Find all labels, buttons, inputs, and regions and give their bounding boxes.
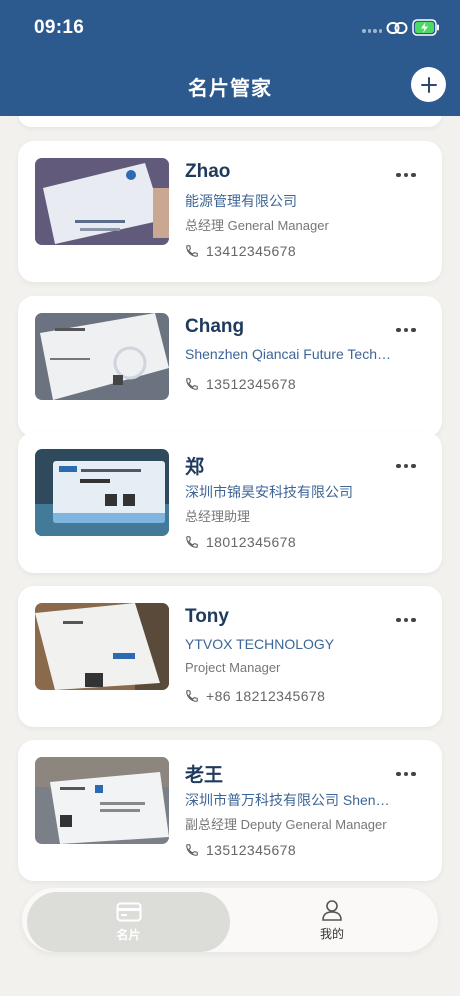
battery-charging-icon: [412, 19, 439, 36]
more-options-icon[interactable]: [396, 324, 416, 336]
contact-phone[interactable]: 13512345678: [185, 842, 296, 858]
card-icon: [116, 902, 141, 921]
contact-position: 总经理 General Manager: [185, 218, 329, 233]
contact-company: 深圳市锦昊安科技有限公司: [185, 484, 353, 500]
page-title: 名片管家: [188, 78, 272, 100]
add-card-button[interactable]: [411, 67, 446, 102]
card-photo: [35, 603, 169, 690]
contact-phone[interactable]: +86 18212345678: [185, 688, 325, 704]
contact-company: YTVOX TECHNOLOGY: [185, 636, 335, 652]
contact-phone[interactable]: 18012345678: [185, 534, 296, 550]
contact-position: 总经理助理: [185, 509, 251, 524]
phone-icon: [186, 690, 198, 702]
bottom-tab-bar: 名片 我的: [22, 888, 438, 952]
contact-name: 老王: [185, 765, 224, 786]
more-options-icon[interactable]: [396, 614, 416, 626]
more-options-icon[interactable]: [396, 768, 416, 780]
phone-icon: [186, 245, 198, 257]
contact-company: Shenzhen Qiancai Future Technology: [185, 346, 395, 362]
contact-phone[interactable]: 13412345678: [185, 243, 296, 259]
card-photo: [35, 158, 169, 245]
business-card-item[interactable]: 郑 深圳市锦昊安科技有限公司 总经理助理 18012345678: [18, 432, 442, 573]
phone-icon: [186, 844, 198, 856]
contact-name: Zhao: [185, 161, 231, 182]
contact-name: 郑: [185, 457, 205, 478]
card-photo: [35, 757, 169, 844]
link-icon: [386, 22, 408, 34]
card-list[interactable]: Zhao 能源管理有限公司 总经理 General Manager 134123…: [0, 0, 460, 996]
status-time: 09:16: [34, 17, 85, 38]
contact-position: Project Manager: [185, 660, 281, 675]
card-photo: [35, 449, 169, 536]
tab-cards[interactable]: 名片: [27, 892, 230, 952]
phone-icon: [186, 536, 198, 548]
business-card-item[interactable]: Chang Shenzhen Qiancai Future Technology…: [18, 296, 442, 437]
contact-phone[interactable]: 13512345678: [185, 376, 296, 392]
contact-position: 副总经理 Deputy General Manager: [185, 817, 387, 832]
business-card-item[interactable]: Zhao 能源管理有限公司 总经理 General Manager 134123…: [18, 141, 442, 282]
more-options-icon[interactable]: [396, 169, 416, 181]
person-icon: [322, 899, 342, 921]
phone-icon: [186, 378, 198, 390]
card-photo: [35, 313, 169, 400]
app-header: 09:16 名片管家: [0, 0, 460, 116]
signal-dots-icon: [362, 29, 382, 34]
plus-icon: [420, 76, 437, 93]
tab-me[interactable]: 我的: [232, 888, 432, 952]
contact-name: Chang: [185, 316, 245, 337]
business-card-item[interactable]: Tony YTVOX TECHNOLOGY Project Manager +8…: [18, 586, 442, 727]
contact-company: 深圳市普万科技有限公司 Shenzhen Puwan Technology: [185, 792, 395, 808]
business-card-item[interactable]: 老王 深圳市普万科技有限公司 Shenzhen Puwan Technology…: [18, 740, 442, 881]
more-options-icon[interactable]: [396, 460, 416, 472]
contact-company: 能源管理有限公司: [185, 193, 297, 209]
contact-name: Tony: [185, 606, 229, 627]
